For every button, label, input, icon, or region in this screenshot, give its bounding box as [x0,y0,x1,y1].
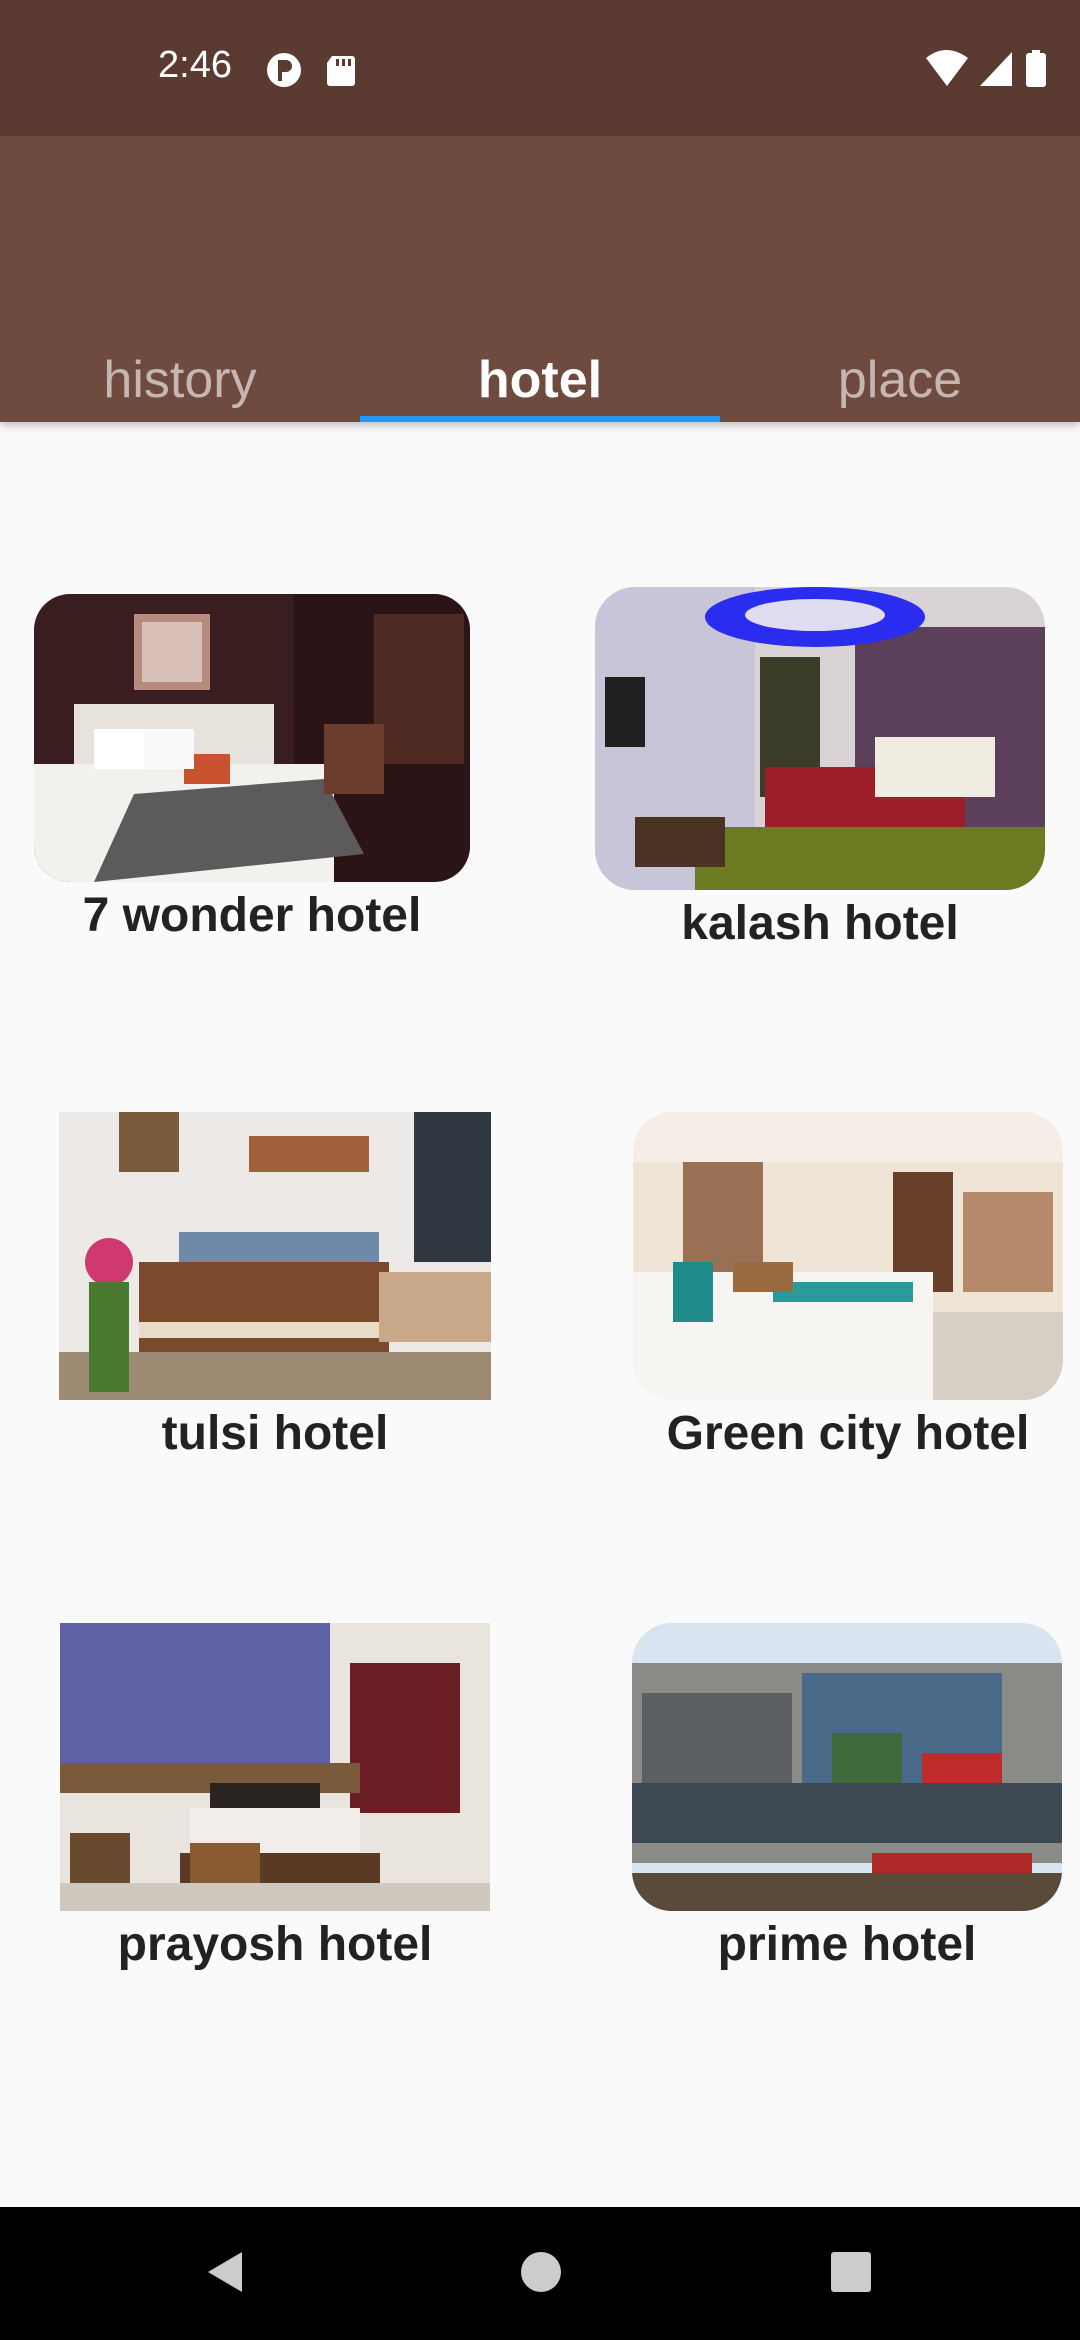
hotel-card-tulsi[interactable]: tulsi hotel [59,1112,491,1461]
hotel-name: tulsi hotel [161,1407,389,1460]
status-icons-right [924,48,1054,95]
hotel-image [595,587,1045,890]
hotel-image [633,1112,1063,1400]
tab-bar: history hotel place [0,302,1080,422]
tab-place-label: place [837,351,963,409]
hotel-grid: 7 wonder hotel kalash hotel tulsi hotel … [0,422,1080,2207]
vpn-key-icon [267,53,301,87]
hotel-card-kalash[interactable]: kalash hotel [595,587,1045,951]
status-time: 2:46 [158,44,232,86]
hotel-image [60,1623,490,1911]
battery-icon [1026,50,1046,87]
hotel-name: kalash hotel [681,897,959,950]
system-nav-bar [0,2207,1080,2340]
hotel-name: 7 wonder hotel [82,889,422,942]
hotel-name: prayosh hotel [117,1918,433,1971]
hotel-image [59,1112,491,1400]
hotel-image [34,594,470,882]
hotel-name: prime hotel [717,1918,977,1971]
hotel-card-prime[interactable]: prime hotel [632,1623,1062,1972]
tab-hotel[interactable]: hotel [360,302,720,422]
back-icon[interactable] [200,2247,250,2302]
hotel-name: Green city hotel [666,1407,1030,1460]
home-icon[interactable] [518,2247,564,2302]
cell-signal-icon [980,52,1012,86]
app-bar: history hotel place [0,136,1080,422]
status-bar: 2:46 [0,0,1080,136]
status-icons-left [264,50,374,95]
hotel-card-green-city[interactable]: Green city hotel [633,1112,1063,1461]
sd-card-icon [327,56,355,86]
tab-hotel-label: hotel [477,351,603,409]
hotel-card-7-wonder[interactable]: 7 wonder hotel [34,594,470,943]
recents-icon[interactable] [828,2247,874,2302]
hotel-image [632,1623,1062,1911]
tab-place[interactable]: place [720,302,1080,422]
tab-history-label: history [103,351,257,409]
wifi-icon [926,50,968,86]
hotel-card-prayosh[interactable]: prayosh hotel [60,1623,490,1972]
tab-history[interactable]: history [0,302,360,422]
